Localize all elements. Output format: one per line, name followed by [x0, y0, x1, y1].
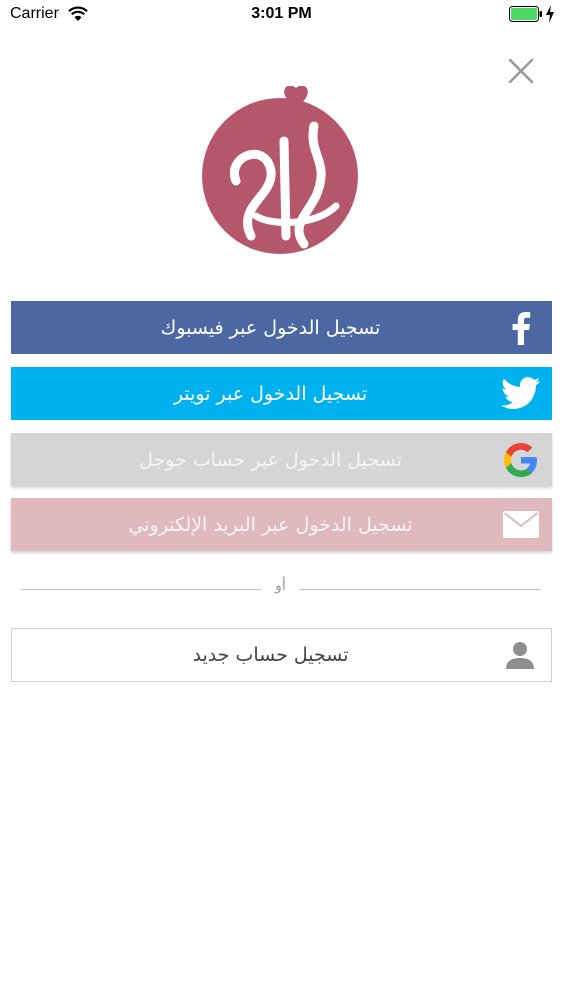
google-icon: [504, 442, 537, 477]
twitter-icon: [501, 377, 541, 410]
register-label: تسجيل حساب جديد: [192, 644, 349, 666]
twitter-login-button[interactable]: تسجيل الدخول عبر تويتر: [11, 367, 552, 420]
email-login-label: تسجيل الدخول عبر البريد الإلكتروني: [128, 513, 413, 536]
status-bar: Carrier 3:01 PM: [0, 0, 563, 30]
status-time: 3:01 PM: [251, 5, 312, 22]
battery-icon: [509, 6, 542, 22]
or-separator: أو: [275, 578, 286, 594]
facebook-icon: [512, 311, 531, 345]
divider-left: [21, 589, 261, 590]
user-icon: [506, 642, 534, 669]
email-login-button[interactable]: تسجيل الدخول عبر البريد الإلكتروني: [11, 498, 552, 551]
close-button[interactable]: [505, 55, 537, 87]
twitter-login-label: تسجيل الدخول عبر تويتر: [173, 382, 368, 405]
facebook-login-label: تسجيل الدخول عبر فيسبوك: [160, 316, 381, 339]
app-logo: [202, 86, 358, 254]
facebook-login-button[interactable]: تسجيل الدخول عبر فيسبوك: [11, 301, 552, 354]
register-button[interactable]: تسجيل حساب جديد: [11, 628, 552, 682]
mail-icon: [503, 511, 539, 538]
close-icon: [508, 58, 534, 84]
divider-right: [300, 589, 540, 590]
google-login-label: تسجيل الدخول عبر حساب جوجل: [139, 448, 402, 471]
google-login-button[interactable]: تسجيل الدخول عبر حساب جوجل: [11, 433, 552, 486]
charging-icon: [546, 5, 554, 23]
